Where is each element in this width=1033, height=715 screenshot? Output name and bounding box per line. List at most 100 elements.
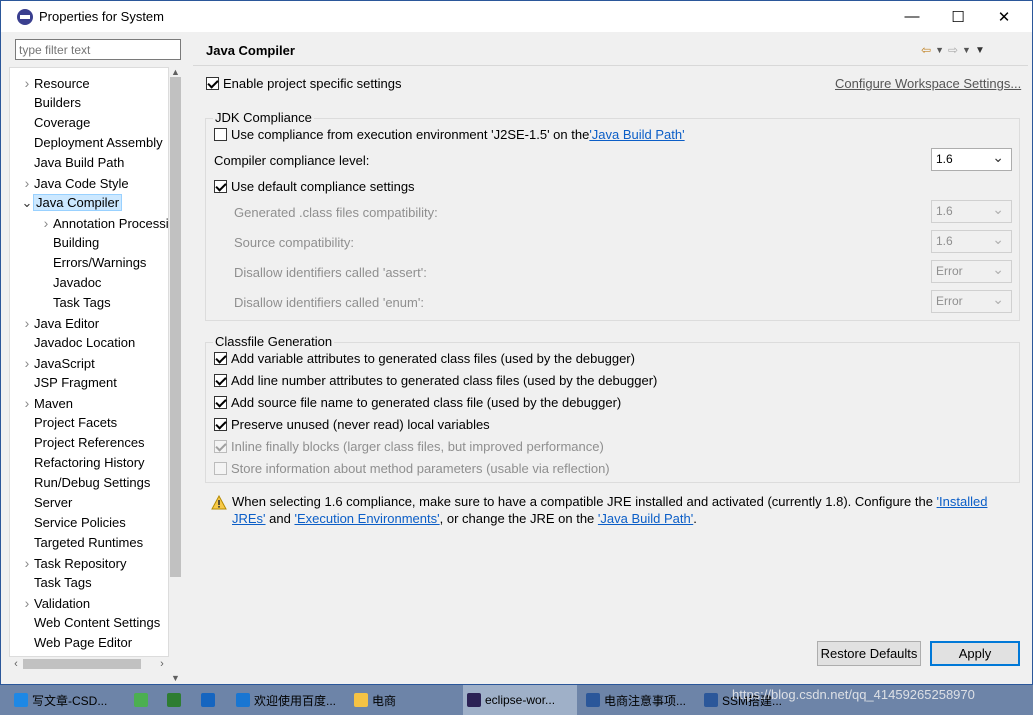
- category-tree[interactable]: › Resource Builders Coverage Deployment Asse…: [9, 67, 169, 657]
- tree-item[interactable]: › Java Editor: [20, 314, 99, 332]
- opt-store-checkbox[interactable]: Store information about method parameter…: [214, 461, 610, 476]
- tree-item-label: Task Tags: [34, 575, 92, 590]
- checkbox[interactable]: [214, 418, 227, 431]
- tree-item[interactable]: › Task Repository: [20, 554, 127, 572]
- chevron-right-icon[interactable]: ›: [20, 74, 34, 92]
- back-arrow-icon[interactable]: ⇦: [921, 43, 931, 57]
- scroll-down-icon[interactable]: ▼: [169, 671, 182, 685]
- chevron-right-icon[interactable]: ›: [20, 594, 34, 612]
- restore-defaults-button[interactable]: Restore Defaults: [817, 641, 921, 666]
- tree-item[interactable]: Task Tags: [39, 294, 111, 312]
- assert-label: Disallow identifiers called 'assert':: [234, 265, 427, 280]
- opt-variable-checkbox[interactable]: Add variable attributes to generated cla…: [214, 351, 635, 366]
- tree-item[interactable]: › Validation: [20, 594, 90, 612]
- taskbar-item[interactable]: [197, 685, 225, 715]
- minimize-button[interactable]: —: [889, 1, 935, 32]
- java-build-path-link[interactable]: 'Java Build Path': [589, 127, 684, 142]
- tree-item[interactable]: Web Content Settings: [20, 614, 160, 632]
- execution-environments-link[interactable]: 'Execution Environments': [294, 511, 439, 526]
- back-menu-icon[interactable]: ▼: [935, 45, 944, 55]
- tree-item[interactable]: Coverage: [20, 114, 90, 132]
- filter-input[interactable]: [15, 39, 181, 60]
- taskbar-item[interactable]: 电商: [350, 685, 458, 715]
- tree-item[interactable]: › Java Code Style: [20, 174, 129, 192]
- enable-specific-checkbox[interactable]: Enable project specific settings: [206, 76, 401, 91]
- checkbox[interactable]: [214, 352, 227, 365]
- chevron-right-icon[interactable]: ›: [20, 314, 34, 332]
- tree-item[interactable]: Server: [20, 494, 72, 512]
- tree-item[interactable]: Deployment Assembly: [20, 134, 163, 152]
- tree-item[interactable]: Builders: [20, 94, 81, 112]
- view-menu-icon[interactable]: ▼: [975, 45, 985, 56]
- taskbar-item[interactable]: 电商注意事项...: [582, 685, 694, 715]
- configure-workspace-link[interactable]: Configure Workspace Settings...: [835, 76, 1021, 91]
- chevron-right-icon[interactable]: ›: [20, 354, 34, 372]
- tree-item[interactable]: Targeted Runtimes: [20, 534, 143, 552]
- tree-item[interactable]: JSP Fragment: [20, 374, 117, 392]
- tree-item[interactable]: Javadoc: [39, 274, 101, 292]
- checkbox[interactable]: [214, 462, 227, 475]
- use-default-checkbox[interactable]: Use default compliance settings: [214, 179, 415, 194]
- taskbar-item[interactable]: eclipse-wor...: [463, 685, 577, 715]
- checkbox[interactable]: [214, 440, 227, 453]
- scroll-up-icon[interactable]: ▲: [169, 67, 182, 77]
- apply-button[interactable]: Apply: [930, 641, 1020, 666]
- maximize-button[interactable]: ☐: [935, 1, 981, 32]
- tree-item[interactable]: ›Annotation Processing: [39, 214, 168, 232]
- taskbar-item[interactable]: [163, 685, 191, 715]
- chevron-right-icon[interactable]: ›: [39, 214, 53, 232]
- use-env-checkbox[interactable]: Use compliance from execution environmen…: [214, 127, 685, 142]
- tree-item[interactable]: Project References: [20, 434, 145, 452]
- tree-item[interactable]: Service Policies: [20, 514, 126, 532]
- close-button[interactable]: ✕: [981, 1, 1027, 32]
- source-compat-select[interactable]: 1.6: [931, 230, 1012, 253]
- warning-text: When selecting 1.6 compliance, make sure…: [232, 494, 937, 509]
- generated-compat-select[interactable]: 1.6: [931, 200, 1012, 223]
- tree-item[interactable]: ⌄ Java Compiler: [20, 194, 123, 212]
- taskbar-item[interactable]: 欢迎使用百度...: [232, 685, 344, 715]
- tree-item[interactable]: Run/Debug Settings: [20, 474, 150, 492]
- tree-horizontal-scrollbar[interactable]: ‹ ›: [9, 657, 169, 671]
- tree-item[interactable]: Refactoring History: [20, 454, 145, 472]
- checkbox[interactable]: [206, 77, 219, 90]
- scroll-right-icon[interactable]: ›: [155, 657, 169, 671]
- java-build-path-link-2[interactable]: 'Java Build Path': [598, 511, 693, 526]
- checkbox[interactable]: [214, 374, 227, 387]
- tree-item[interactable]: Web Page Editor: [20, 634, 132, 652]
- tree-item[interactable]: Task Tags: [20, 574, 92, 592]
- scroll-thumb[interactable]: [170, 77, 181, 577]
- tree-item[interactable]: Errors/Warnings: [39, 254, 146, 272]
- forward-arrow-icon[interactable]: ⇨: [948, 43, 958, 57]
- opt-preserve-checkbox[interactable]: Preserve unused (never read) local varia…: [214, 417, 490, 432]
- tree-item[interactable]: Java Build Path: [20, 154, 124, 172]
- eclipse-icon: [17, 8, 33, 25]
- taskbar-item[interactable]: [130, 685, 158, 715]
- forward-menu-icon[interactable]: ▼: [962, 45, 971, 55]
- checkbox[interactable]: [214, 396, 227, 409]
- properties-dialog: Properties for System — ☐ ✕ ›Resource Bui…: [0, 0, 1033, 685]
- scroll-left-icon[interactable]: ‹: [9, 657, 23, 671]
- taskbar-item[interactable]: 写文章-CSD...: [10, 685, 125, 715]
- scroll-thumb-horizontal[interactable]: [23, 659, 141, 669]
- assert-select[interactable]: Error: [931, 260, 1012, 283]
- tree-item[interactable]: › JavaScript: [20, 354, 95, 372]
- tree-item[interactable]: › Resource: [20, 74, 90, 92]
- tree-item[interactable]: Project Facets: [20, 414, 117, 432]
- title-bar[interactable]: Properties for System — ☐ ✕: [1, 1, 1032, 32]
- chevron-down-icon[interactable]: ⌄: [20, 194, 34, 212]
- opt-source-checkbox[interactable]: Add source file name to generated class …: [214, 395, 621, 410]
- enum-select[interactable]: Error: [931, 290, 1012, 313]
- opt-line-checkbox[interactable]: Add line number attributes to generated …: [214, 373, 657, 388]
- opt-inline-checkbox[interactable]: Inline finally blocks (larger class file…: [214, 439, 604, 454]
- tree-item[interactable]: Building: [39, 234, 99, 252]
- panel-sash[interactable]: [187, 35, 191, 675]
- chevron-right-icon[interactable]: ›: [20, 174, 34, 192]
- chevron-right-icon[interactable]: ›: [20, 554, 34, 572]
- chevron-right-icon[interactable]: ›: [20, 394, 34, 412]
- checkbox[interactable]: [214, 180, 227, 193]
- tree-vertical-scrollbar[interactable]: ▲ ▼: [169, 67, 182, 683]
- tree-item[interactable]: › Maven: [20, 394, 73, 412]
- checkbox[interactable]: [214, 128, 227, 141]
- compliance-level-select[interactable]: 1.6: [931, 148, 1012, 171]
- tree-item[interactable]: Javadoc Location: [20, 334, 135, 352]
